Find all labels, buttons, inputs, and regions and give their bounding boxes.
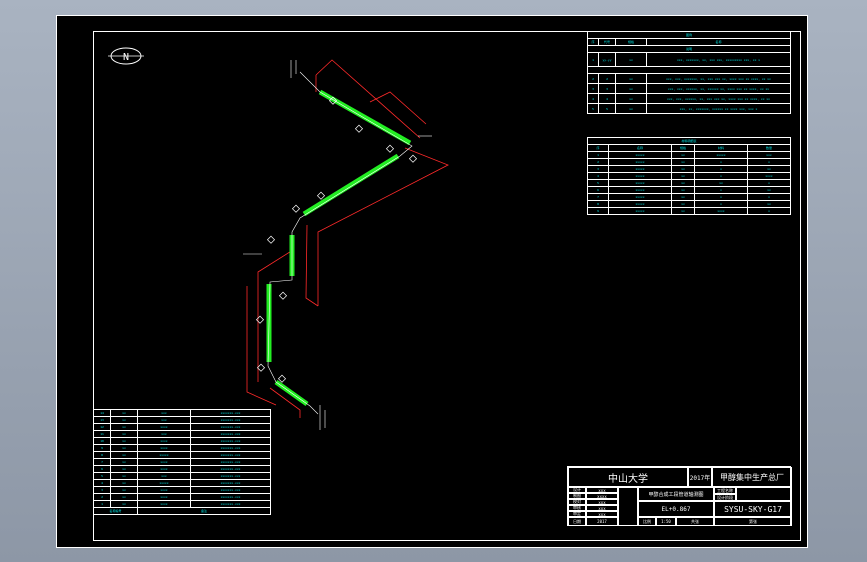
drawing-name: 甲醇合成工段管道轴测图 — [638, 487, 714, 501]
north-label: N — [123, 52, 129, 63]
annotation-marks — [243, 60, 432, 430]
table-row: 3 xxxxx xx x xx — [587, 165, 791, 173]
north-arrow: N — [108, 47, 144, 65]
table-row: 5 xx xxx xxxxxxx-xxx — [93, 472, 271, 480]
fitting-marker — [278, 291, 288, 300]
legend-table: 图例 序 代号 规格 名称 说明 1 yy-yy xx xxx, xxxxxxx, … — [587, 31, 791, 114]
table-row: 2 xx xxxx xxxxxxx-xxx — [93, 493, 271, 501]
table-row: 14 xx xxx xxxxxxx-xxx — [93, 409, 271, 417]
material-header-cell: 材料 — [694, 144, 748, 152]
title-block: 中山大学 2017年 甲醇集中生产总厂 设计 制图 校对 审核 审定 日期 xx… — [567, 466, 792, 526]
table-row: 7 xxxxx xx x x — [587, 193, 791, 201]
table-row: 22 xx xxx, xxx, xxxxxxx, xx, xxx xxx xx, … — [587, 73, 791, 84]
fitting-marker — [255, 315, 265, 324]
material-title: 材料明细表 — [587, 137, 791, 145]
fitting-marker — [266, 235, 276, 244]
table-row: 4 xxxxx xx x xxxx — [587, 172, 791, 180]
school-name: 中山大学 — [568, 467, 688, 487]
table-row: 1 xx xxxx xxxxxxx-xxx — [93, 500, 271, 508]
fitting-marker — [291, 204, 301, 213]
factory-name: 甲醇集中生产总厂 — [712, 467, 792, 487]
table-row: 33 xx xxx, xxx, xxxxxx, xx, xxxxxx xx, xx… — [587, 83, 791, 94]
table-row: 10 xx xxxx xxxxxxx-xxx — [93, 437, 271, 445]
dimension-lines — [246, 59, 449, 418]
table-row: 11 xx xxx xxxxxxx-xxx — [93, 430, 271, 438]
table-row: 6 xx xxxx xxxxxxx-xxx — [93, 465, 271, 473]
table-row: 55 xx xxx, xx, xxxxxxx, xxxxxx xx xxxx xx… — [587, 103, 791, 114]
parts-list-table: 14 xx xxx xxxxxxx-xxx 13 xx xxx xxxxxxx-xxx 12 xx… — [93, 409, 271, 515]
legend-header-cell: 序 — [587, 38, 599, 46]
legend-header-cell: 名称 — [646, 38, 791, 46]
table-row: 5 xxxxx xx xx x — [587, 179, 791, 187]
fitting-marker — [385, 144, 395, 153]
material-header-cell: 数量 — [747, 144, 791, 152]
table-row: 2 xxxxx xx x x — [587, 158, 791, 166]
year: 2017年 — [688, 467, 712, 487]
table-row: 6 xxxxx xx x xx — [587, 186, 791, 194]
fitting-marker — [316, 191, 326, 200]
table-row: 3 xx xxxx xxxxxxx-xxx — [93, 486, 271, 494]
fitting-marker — [408, 154, 418, 163]
fitting-marker — [256, 363, 266, 372]
legend-title: 图例 — [587, 31, 791, 39]
table-row: 9 xxxxx xx xxxx x — [587, 207, 791, 215]
material-header-cell: 名称 — [608, 144, 672, 152]
table-row: 8 xxxxx xx x xx — [587, 200, 791, 208]
fitting-markers — [255, 96, 418, 383]
material-table: 材料明细表 序 名称 规格 材料 数量 1 xxxxx xx xxxxx xxx 2 xxx… — [587, 137, 791, 215]
drawing-number: SYSU-SKY-G17 — [714, 501, 792, 517]
fitting-marker — [354, 124, 364, 133]
table-row: 12 xx xxxx xxxxxxx-xxx — [93, 423, 271, 431]
table-row: 7 xx xxxx xxxxxxx-xxx — [93, 458, 271, 466]
table-row: 1 xxxxx xx xxxxx xxx — [587, 151, 791, 159]
table-row: 1 yy-yy xx xxx, xxxxxxx, xx, xxx xxx, xxxx… — [587, 52, 791, 67]
legend-header-cell: 代号 — [598, 38, 616, 46]
legend-subtitle: 说明 — [587, 45, 791, 53]
table-row: 4 xx xxxxx xxxxxxx-xxx — [93, 479, 271, 487]
pipe-run — [266, 89, 412, 407]
table-row: 44 xx xxx, xxx, xxxxxx, xx, xxx xxx xx, x… — [587, 93, 791, 104]
elevation: EL+0.867 — [638, 501, 714, 517]
pipe-segment-2 — [302, 153, 400, 217]
table-row: 13 xx xxx xxxxxxx-xxx — [93, 416, 271, 424]
material-header-cell: 序 — [587, 144, 609, 152]
parts-footer-cell: 备注 — [137, 507, 271, 515]
legend-header-cell: 规格 — [615, 38, 647, 46]
material-header-cell: 规格 — [671, 144, 695, 152]
fitting-marker — [277, 374, 287, 383]
parts-footer-cell: 名称编号 — [93, 507, 138, 515]
table-row: 9 xx xxxx xxxxxxx-xxx — [93, 444, 271, 452]
table-row: 8 xx xxxxx xxxxxxx-xxx — [93, 451, 271, 459]
